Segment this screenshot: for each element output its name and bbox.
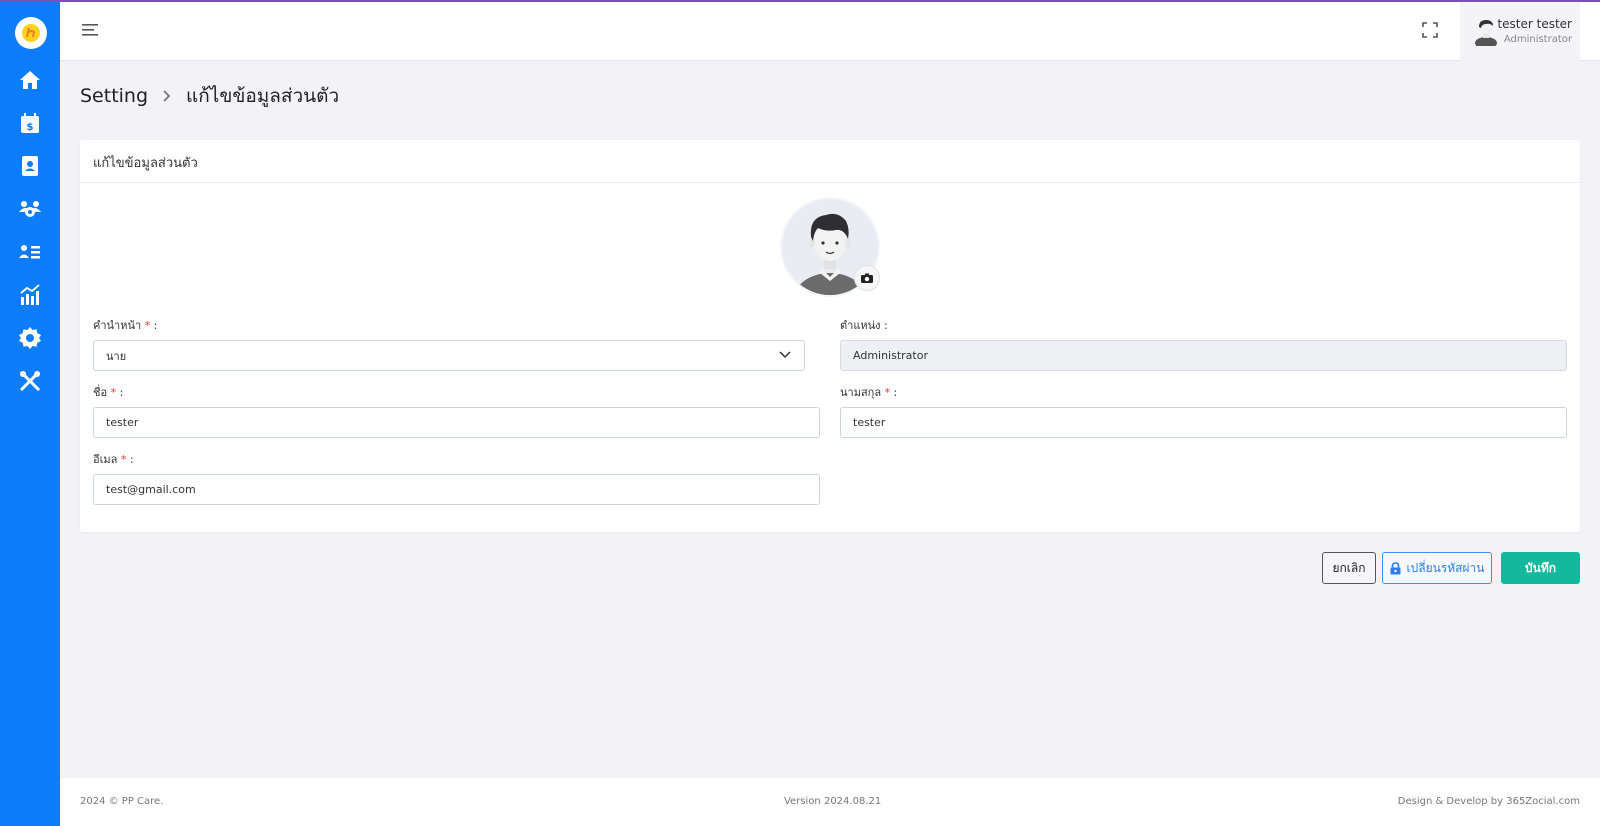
chevron-down-icon xyxy=(779,351,791,359)
save-button[interactable]: บันทึก xyxy=(1501,552,1580,584)
prefix-label: คำนำหน้า * : xyxy=(93,319,158,332)
user-list-icon xyxy=(19,245,40,259)
camera-icon xyxy=(861,273,873,283)
footer-version: Version 2024.08.21 xyxy=(784,796,882,807)
user-role: Administrator xyxy=(1503,34,1572,45)
position-label: ตำแหน่ง : xyxy=(840,319,888,332)
lastname-value: tester xyxy=(853,416,886,429)
tools-icon xyxy=(19,370,41,392)
cancel-button[interactable]: ยกเลิก xyxy=(1322,552,1376,584)
sidebar-item-booking[interactable]: $ xyxy=(0,103,60,143)
breadcrumb: Setting แก้ไขข้อมูลส่วนตัว xyxy=(80,81,339,111)
avatar xyxy=(1475,20,1497,46)
sidebar-item-tools[interactable] xyxy=(0,361,60,401)
logo-icon xyxy=(22,24,40,42)
change-password-button[interactable]: เปลี่ยนรหัสผ่าน xyxy=(1382,552,1492,584)
breadcrumb-setting[interactable]: Setting xyxy=(80,85,148,107)
user-name: tester tester xyxy=(1497,17,1572,31)
position-field: Administrator xyxy=(840,340,1567,371)
firstname-label: ชื่อ * : xyxy=(93,386,124,399)
sidebar-item-report[interactable] xyxy=(0,275,60,315)
lastname-label: นามสกุล * : xyxy=(840,386,898,399)
breadcrumb-current: แก้ไขข้อมูลส่วนตัว xyxy=(186,85,340,107)
footer-copyright: 2024 © PP Care. xyxy=(80,796,164,807)
change-photo-button[interactable] xyxy=(854,265,880,291)
chevron-right-icon xyxy=(162,89,172,103)
footer: 2024 © PP Care. Version 2024.08.21 Desig… xyxy=(60,778,1600,826)
app-logo[interactable] xyxy=(15,17,47,49)
home-icon xyxy=(20,71,40,89)
sidebar-item-contacts[interactable] xyxy=(0,146,60,186)
card-title: แก้ไขข้อมูลส่วนตัว xyxy=(80,140,1580,183)
position-value: Administrator xyxy=(853,349,928,362)
svg-text:$: $ xyxy=(27,122,34,133)
email-label: อีเมล * : xyxy=(93,453,134,466)
lock-icon xyxy=(1390,561,1401,574)
user-menu[interactable]: tester tester Administrator xyxy=(1460,2,1580,61)
hamburger-icon xyxy=(82,24,98,36)
sidebar-item-users[interactable] xyxy=(0,189,60,229)
footer-credit: Design & Develop by 365Zocial.com xyxy=(1397,796,1580,807)
email-field[interactable]: test@gmail.com xyxy=(93,474,820,505)
gear-icon xyxy=(19,327,41,349)
chart-icon xyxy=(20,284,40,305)
fullscreen-button[interactable] xyxy=(1422,22,1440,40)
prefix-select[interactable]: นาย xyxy=(93,340,805,371)
users-gear-icon xyxy=(19,201,41,217)
sidebar: $ xyxy=(0,2,60,826)
top-header: tester tester Administrator xyxy=(60,2,1600,61)
email-value: test@gmail.com xyxy=(106,483,196,496)
sidebar-item-setting[interactable] xyxy=(0,318,60,358)
sidebar-item-list[interactable] xyxy=(0,232,60,272)
calendar-dollar-icon: $ xyxy=(21,113,39,133)
sidebar-item-home[interactable] xyxy=(0,60,60,100)
fullscreen-icon xyxy=(1422,22,1438,38)
firstname-field[interactable]: tester xyxy=(93,407,820,438)
prefix-value: นาย xyxy=(106,349,127,363)
contacts-icon xyxy=(22,156,38,176)
change-password-label: เปลี่ยนรหัสผ่าน xyxy=(1406,560,1485,575)
profile-card: แก้ไขข้อมูลส่วนตัว คำนำหน้า * : นาย ตำแห… xyxy=(80,140,1580,532)
lastname-field[interactable]: tester xyxy=(840,407,1567,438)
menu-toggle-button[interactable] xyxy=(82,22,102,40)
firstname-value: tester xyxy=(106,416,139,429)
